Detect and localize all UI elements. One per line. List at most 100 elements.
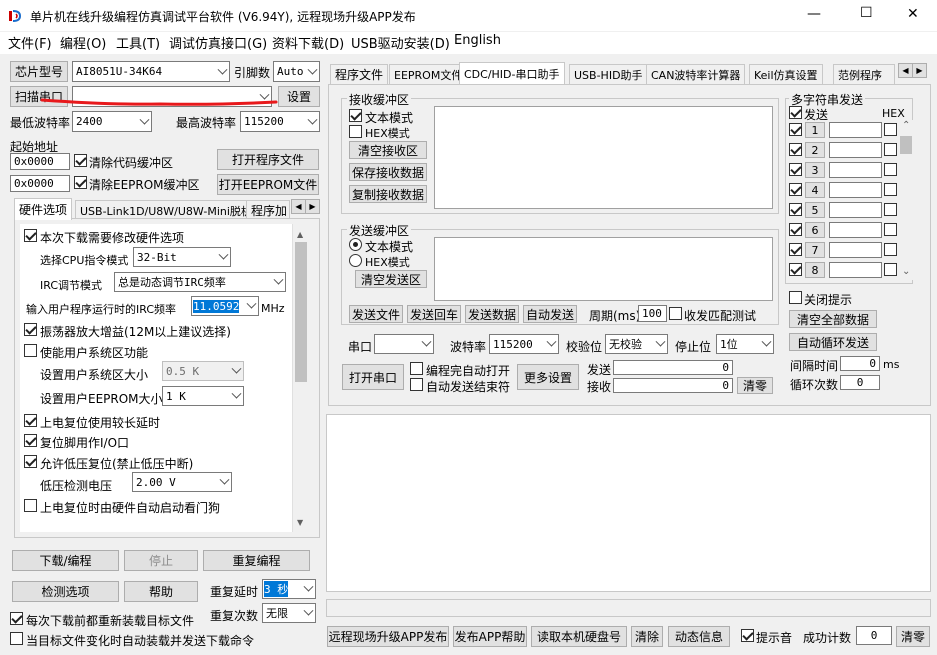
multi-row-text-input[interactable] [829,142,882,158]
tab-program-encrypt[interactable]: 程序加 [246,200,290,220]
read-disk-button[interactable]: 读取本机硬盘号 [531,626,627,647]
multi-row-hex-checkbox[interactable] [884,223,897,236]
close-button[interactable]: ✕ [907,6,919,22]
tab-examples[interactable]: 范例程序 [833,64,895,84]
multi-row-text-input[interactable] [829,162,882,178]
multi-send-all-checkbox[interactable] [789,106,802,119]
multi-row-send-button[interactable]: 7 [805,242,825,258]
stop-button[interactable]: 停止 [124,550,198,571]
open-program-file-button[interactable]: 打开程序文件 [217,149,319,170]
download-program-button[interactable]: 下载/编程 [12,550,119,571]
poweron-delay-checkbox[interactable] [24,414,37,427]
auto-loop-button[interactable]: 自动循环发送 [789,333,877,351]
send-data-button[interactable]: 发送数据 [465,305,519,323]
multi-row-hex-checkbox[interactable] [884,203,897,216]
tab-program-file[interactable]: 程序文件 [330,64,389,84]
multi-row-send-checkbox[interactable] [789,203,802,216]
tab-hardware-options[interactable]: 硬件选项 [14,198,73,220]
recv-hex-mode-checkbox[interactable] [349,125,362,138]
port-select[interactable] [374,334,434,354]
menu-tools[interactable]: 工具(T) [116,33,160,52]
multi-row-hex-checkbox[interactable] [884,163,897,176]
multi-row-hex-checkbox[interactable] [884,183,897,196]
multi-row-hex-checkbox[interactable] [884,263,897,276]
multi-row-text-input[interactable] [829,222,882,238]
code-address-input[interactable]: 0x0000 [10,153,70,170]
multi-scroll-thumb[interactable] [900,136,912,154]
success-clear-button[interactable]: 清零 [896,626,930,647]
interval-input[interactable]: 0 [840,356,880,371]
scrollbar-thumb[interactable] [295,242,307,382]
tab-usb-link[interactable]: USB-Link1D/U8W/U8W-Mini脱机 [75,200,257,220]
multi-row-send-button[interactable]: 1 [805,122,825,138]
auto-send-checkbox[interactable] [10,632,23,645]
system-area-checkbox[interactable] [24,344,37,357]
multi-row-send-button[interactable]: 3 [805,162,825,178]
menu-program[interactable]: 编程(O) [60,33,106,52]
send-file-button[interactable]: 发送文件 [349,305,403,323]
tab-scroll-left-button[interactable]: ◀ [291,199,306,214]
open-eeprom-file-button[interactable]: 打开EEPROM文件 [217,174,319,195]
menu-usb-driver[interactable]: USB驱动安装(D) [351,33,450,52]
settings-button[interactable]: 设置 [278,86,320,107]
multi-row-text-input[interactable] [829,202,882,218]
reset-pin-checkbox[interactable] [24,434,37,447]
reload-checkbox[interactable] [10,612,23,625]
clear-receive-button[interactable]: 清空接收区 [349,141,427,159]
multi-row-text-input[interactable] [829,122,882,138]
irc-mode-select[interactable]: 总是动态调节IRC频率 [114,272,286,292]
multi-row-send-button[interactable]: 8 [805,262,825,278]
eeprom-address-input[interactable]: 0x0000 [10,175,70,192]
recv-text-mode-checkbox[interactable] [349,109,362,122]
watchdog-checkbox[interactable] [24,499,37,512]
tab-usb-hid[interactable]: USB-HID助手 [569,64,648,84]
tab-keil-settings[interactable]: Keil仿真设置 [749,64,823,84]
multi-string-scrollbar[interactable]: ⌃ ⌄ [899,120,913,280]
multi-row-text-input[interactable] [829,242,882,258]
clear-eeprom-checkbox[interactable] [74,176,87,189]
multi-row-hex-checkbox[interactable] [884,123,897,136]
clear-count-button[interactable]: 清零 [737,377,773,394]
output-log-area[interactable] [326,414,931,592]
clear-output-button[interactable]: 清除 [631,626,663,647]
multi-row-send-checkbox[interactable] [789,143,802,156]
open-port-button[interactable]: 打开串口 [342,364,404,390]
low-voltage-reset-checkbox[interactable] [24,455,37,468]
reprogram-button[interactable]: 重复编程 [203,550,310,571]
auto-send-button[interactable]: 自动发送 [523,305,577,323]
help-button[interactable]: 帮助 [124,581,198,602]
multi-row-send-button[interactable]: 2 [805,142,825,158]
parity-select[interactable]: 无校验 [605,334,668,354]
dynamic-info-button[interactable]: 动态信息 [668,626,730,647]
period-input[interactable]: 100 [638,305,667,322]
maximize-button[interactable]: ☐ [860,5,873,21]
close-hint-checkbox[interactable] [789,291,802,304]
more-settings-button[interactable]: 更多设置 [517,364,579,390]
publish-help-button[interactable]: 发布APP帮助 [453,626,527,647]
multi-row-text-input[interactable] [829,182,882,198]
menu-english[interactable]: English [454,33,501,48]
save-receive-button[interactable]: 保存接收数据 [349,163,427,181]
menu-file[interactable]: 文件(F) [8,33,52,52]
multi-row-hex-checkbox[interactable] [884,143,897,156]
repeat-count-select[interactable]: 无限 [262,603,316,623]
tab-eeprom-file[interactable]: EEPROM文件 [389,64,468,84]
irc-frequency-select[interactable]: 11.0592 [191,296,259,316]
modify-hw-checkbox[interactable] [24,229,37,242]
eeprom-size-select[interactable]: 1 K [162,386,244,406]
max-baud-select[interactable]: 115200 [240,111,320,132]
tab-can-baud[interactable]: CAN波特率计算器 [646,64,746,84]
chip-type-select[interactable]: AI8051U-34K64 [72,61,230,82]
send-return-button[interactable]: 发送回车 [407,305,461,323]
send-hex-mode-radio[interactable] [349,254,362,267]
clear-code-checkbox[interactable] [74,154,87,167]
multi-row-send-button[interactable]: 6 [805,222,825,238]
clear-send-button[interactable]: 清空发送区 [355,270,427,288]
beep-checkbox[interactable] [741,629,754,642]
multi-row-send-checkbox[interactable] [789,243,802,256]
copy-receive-button[interactable]: 复制接收数据 [349,185,427,203]
receive-textarea[interactable] [434,106,773,209]
multi-row-send-checkbox[interactable] [789,263,802,276]
cpu-mode-select[interactable]: 32-Bit [133,247,231,267]
right-tab-left-button[interactable]: ◀ [898,63,913,78]
